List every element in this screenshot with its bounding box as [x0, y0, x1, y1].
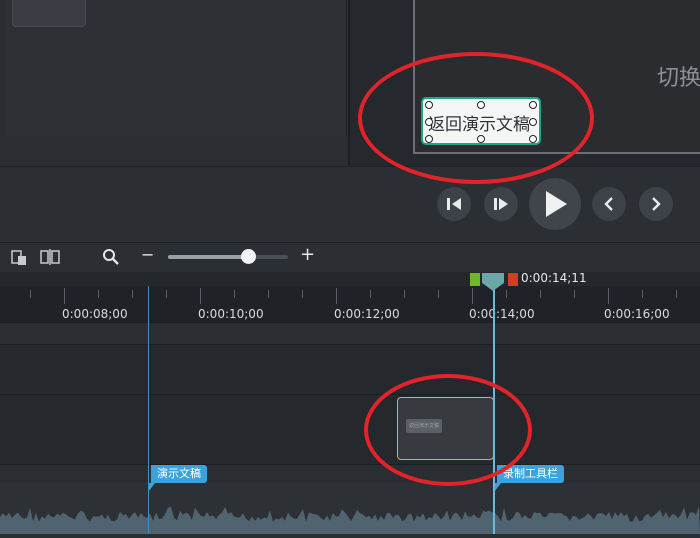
step-back-icon [447, 198, 461, 210]
marker-line [148, 286, 149, 534]
ruler-tick [608, 288, 609, 304]
ruler-tick [200, 288, 201, 304]
annotation-ellipse [358, 52, 594, 184]
play-icon [546, 191, 567, 217]
ruler-label: 0:00:16;00 [604, 307, 670, 321]
audio-waveform [0, 506, 700, 534]
annotation-ellipse [364, 374, 532, 486]
ruler-top-strip [0, 272, 700, 286]
ruler-tick [642, 290, 643, 298]
chevron-left-icon [604, 197, 613, 211]
canvas-title-text: 切换 [657, 66, 700, 91]
zoom-slider-fill [168, 255, 248, 259]
zoom-slider-knob[interactable] [241, 249, 256, 264]
zoom-out-button[interactable]: − [141, 245, 154, 264]
ruler-tick [370, 290, 371, 298]
ruler-tick [404, 290, 405, 298]
out-point-handle[interactable] [508, 273, 518, 286]
ruler-tick [676, 290, 677, 298]
track-2[interactable] [0, 394, 700, 465]
ruler-tick [268, 290, 269, 298]
next-marker-button[interactable] [639, 187, 673, 221]
paste-icon[interactable] [10, 248, 28, 266]
track-1[interactable] [0, 344, 700, 395]
chevron-right-icon [652, 197, 661, 211]
media-thumbnail[interactable] [12, 0, 86, 27]
zoom-search-icon[interactable] [102, 248, 120, 266]
ruler-tick [166, 290, 167, 298]
ruler-tick [234, 290, 235, 298]
ruler-tick [132, 290, 133, 298]
ruler-tick [540, 290, 541, 298]
playhead-time: 0:00:14;11 [521, 271, 587, 285]
split-icon[interactable] [40, 248, 60, 266]
ruler-tick [336, 288, 337, 304]
play-button[interactable] [529, 178, 581, 230]
ruler-tick [506, 290, 507, 298]
ruler-label: 0:00:10;00 [198, 307, 264, 321]
ruler-tick [472, 288, 473, 304]
marker-pin [149, 483, 155, 491]
audio-track[interactable] [0, 482, 700, 534]
ruler-label: 0:00:14;00 [469, 307, 535, 321]
ruler-tick [438, 290, 439, 298]
ruler-tick [98, 290, 99, 298]
previous-marker-button[interactable] [592, 187, 626, 221]
step-forward-icon [494, 198, 508, 210]
zoom-in-button[interactable]: + [300, 244, 315, 265]
ruler-tick [64, 288, 65, 304]
ruler-tick [574, 290, 575, 298]
marker-label[interactable]: 演示文稿 [151, 465, 207, 483]
marker-pin [495, 483, 501, 491]
marker-track[interactable] [0, 464, 700, 483]
ruler-label: 0:00:08;00 [62, 307, 128, 321]
track-header-row [0, 322, 700, 345]
ruler-label: 0:00:12;00 [334, 307, 400, 321]
ruler-tick [30, 290, 31, 298]
in-point-handle[interactable] [470, 273, 480, 286]
step-forward-button[interactable] [484, 187, 518, 221]
step-back-button[interactable] [437, 187, 471, 221]
ruler-tick [302, 290, 303, 298]
